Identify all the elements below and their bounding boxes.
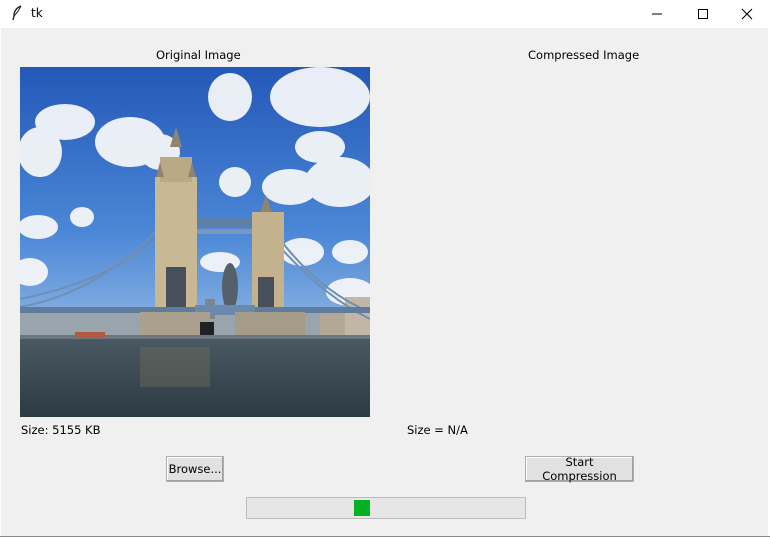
progress-indicator [354, 500, 370, 516]
compression-progress-bar [246, 497, 526, 519]
browse-button[interactable]: Browse... [166, 456, 224, 482]
compressed-size-label: Size = N/A [407, 423, 468, 437]
compressed-image-heading: Compressed Image [528, 48, 640, 62]
close-button[interactable] [724, 0, 770, 28]
tk-feather-icon [12, 5, 22, 21]
title-bar[interactable]: tk [0, 0, 770, 28]
original-image-heading: Original Image [156, 48, 241, 62]
original-size-label: Size: 5155 KB [21, 423, 101, 437]
minimize-icon [652, 13, 662, 15]
main-window: Original Image Compressed Image Size: 51… [1, 28, 768, 536]
window-title: tk [31, 6, 43, 20]
original-image-preview [20, 67, 370, 417]
maximize-icon [698, 9, 708, 19]
start-compression-button[interactable]: Start Compression [525, 455, 634, 483]
maximize-button[interactable] [680, 0, 726, 28]
close-icon [741, 8, 753, 20]
minimize-button[interactable] [634, 0, 680, 28]
